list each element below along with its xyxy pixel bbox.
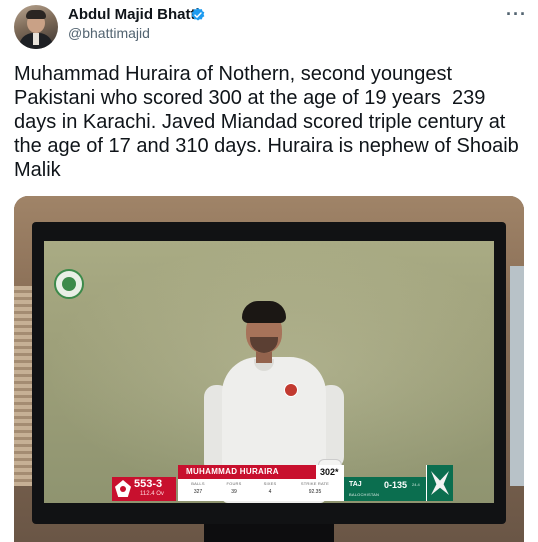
broadcaster-logo-icon bbox=[54, 269, 84, 299]
author-name[interactable]: Abdul Majid Bhatti bbox=[68, 6, 200, 23]
stat-label: FOURS bbox=[226, 481, 242, 486]
stat-value: 39 bbox=[231, 489, 237, 495]
opponent-team: BALOCHISTAN bbox=[349, 492, 380, 497]
stat-balls: BALLS 327 bbox=[178, 481, 218, 495]
team-shield-icon bbox=[115, 480, 131, 497]
scoreboard-batter: MUHAMMAD HURAIRA 302* BALLS 327 FOURS 39… bbox=[178, 465, 344, 501]
team-overs: 112.4 Ov bbox=[140, 491, 164, 497]
stat-fours: FOURS 39 bbox=[214, 481, 254, 495]
tweet-header: Abdul Majid Bhatti @bhattimajid ··· bbox=[0, 0, 538, 52]
batter-name-bar: MUHAMMAD HURAIRA bbox=[178, 465, 316, 479]
scoreboard-team-score: 553-3 112.4 Ov bbox=[112, 477, 176, 501]
window-blind bbox=[14, 286, 34, 486]
batter-hair bbox=[242, 301, 286, 323]
verified-badge-icon bbox=[191, 8, 205, 21]
more-options-icon[interactable]: ··· bbox=[506, 4, 527, 25]
tv-screen: 553-3 112.4 Ov MUHAMMAD HURAIRA 302* BAL… bbox=[44, 241, 494, 503]
bowler-figures: 0-135 bbox=[384, 480, 408, 490]
author-handle[interactable]: @bhattimajid bbox=[68, 25, 150, 41]
batter-stats: BALLS 327 FOURS 39 SIXES 4 STRIKE RATE 9… bbox=[178, 479, 344, 501]
avatar-shirt bbox=[33, 33, 39, 45]
tweet-media-photo[interactable]: 553-3 112.4 Ov MUHAMMAD HURAIRA 302* BAL… bbox=[14, 196, 524, 542]
window-panel bbox=[510, 266, 524, 486]
stat-strike-rate: STRIKE RATE 92.35 bbox=[290, 481, 340, 495]
team-score: 553-3 bbox=[134, 478, 163, 490]
markhor-logo-icon bbox=[431, 471, 449, 495]
batter-name: MUHAMMAD HURAIRA bbox=[186, 467, 279, 476]
stat-value: 4 bbox=[268, 489, 272, 495]
stat-label: STRIKE RATE bbox=[300, 481, 330, 486]
opponent-logo bbox=[426, 465, 453, 501]
stat-value: 327 bbox=[193, 489, 203, 495]
avatar-hair bbox=[26, 10, 46, 19]
bowler-name: TAJ bbox=[349, 481, 362, 488]
tweet-text: Muhammad Huraira of Nothern, second youn… bbox=[14, 63, 525, 181]
scoreboard-bowler: TAJ 0-135 24.4 BALOCHISTAN bbox=[344, 477, 426, 501]
batter-runs-box: 302* bbox=[316, 465, 344, 479]
stat-sixes: SIXES 4 bbox=[250, 481, 290, 495]
bowler-overs: 24.4 bbox=[412, 482, 420, 487]
batter-runs: 302* bbox=[320, 467, 339, 477]
stat-label: BALLS bbox=[191, 481, 205, 486]
team-crest-icon bbox=[284, 383, 298, 397]
author-avatar[interactable] bbox=[14, 5, 58, 49]
stat-value: 92.35 bbox=[308, 489, 322, 495]
tv-stand bbox=[204, 524, 334, 542]
stat-label: SIXES bbox=[263, 481, 277, 486]
